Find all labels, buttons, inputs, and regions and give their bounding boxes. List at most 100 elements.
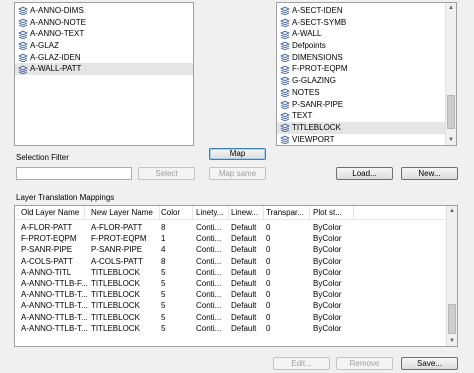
table-row[interactable]: A-ANNO-TTLB-T... TITLEBLOCK 5 Conti... Defau… — [15, 312, 446, 323]
layer-list-item-label: Defpoints — [292, 41, 326, 51]
table-row[interactable]: A-FLOR-PATT A-FLOR-PATT 8 Conti... Default 0 B… — [15, 222, 446, 233]
old-layers-list[interactable]: A-ANNO-DIMS A-ANNO-NOTE A-ANNO-TEXT A-GLAZ A… — [14, 2, 194, 146]
layer-list-item[interactable]: A-GLAZ — [15, 40, 193, 52]
layer-list-item[interactable]: TEXT — [277, 110, 456, 122]
layer-stack-icon — [280, 65, 290, 75]
column-header-lineweight[interactable]: Linew... — [228, 206, 264, 220]
layer-stack-icon — [18, 30, 28, 40]
color-cell: 5 — [161, 312, 166, 322]
lineweight-cell: Default — [231, 256, 257, 266]
lineweight-cell: Default — [231, 312, 257, 322]
new-button[interactable]: New... — [401, 167, 458, 180]
edit-button[interactable]: Edit... — [273, 357, 330, 370]
scroll-up-arrow-icon[interactable]: ▲ — [446, 3, 456, 13]
plot-style-cell: ByColor — [313, 290, 342, 300]
select-button[interactable]: Select — [138, 167, 195, 180]
lineweight-cell: Default — [231, 223, 257, 232]
layer-list-item[interactable]: A-WALL-PATT — [15, 63, 193, 76]
scroll-thumb[interactable] — [447, 95, 455, 129]
layer-list-item[interactable]: A-WALL — [277, 28, 456, 40]
layer-list-item[interactable]: A-ANNO-DIMS — [15, 5, 193, 17]
layer-list-item[interactable]: A-ANNO-TEXT — [15, 28, 193, 40]
column-header-linetype[interactable]: Linety... — [193, 206, 229, 220]
transparency-cell: 0 — [266, 267, 271, 277]
mappings-table-header: Old Layer Name New Layer Name Color Line… — [15, 206, 446, 220]
layer-list-item[interactable]: Defpoints — [277, 40, 456, 52]
transparency-cell: 0 — [266, 279, 271, 288]
map-button[interactable]: Map — [209, 148, 266, 160]
column-header-new-layer[interactable]: New Layer Name — [88, 206, 160, 220]
color-cell: 5 — [161, 323, 166, 333]
map-same-button[interactable]: Map same — [209, 167, 266, 180]
layer-stack-icon — [18, 18, 28, 28]
layer-list-item[interactable]: VIEWPORT — [277, 134, 456, 145]
remove-button[interactable]: Remove — [336, 357, 393, 370]
table-row[interactable]: A-ANNO-TTLB-T... TITLEBLOCK 5 Conti... Defau… — [15, 289, 446, 300]
transparency-cell: 0 — [266, 245, 271, 255]
selection-filter-input[interactable] — [16, 167, 132, 180]
new-layers-list[interactable]: A-SECT-IDEN A-SECT-SYMB A-WALL Defpoints DIM… — [276, 2, 457, 146]
column-header-color[interactable]: Color — [158, 206, 193, 220]
layer-stack-icon — [280, 112, 290, 121]
transparency-cell: 0 — [266, 234, 271, 244]
linetype-cell: Conti... — [196, 301, 222, 311]
table-row[interactable]: A-ANNO-TTLB-T... TITLEBLOCK 5 Conti... Defau… — [15, 300, 446, 311]
layer-stack-icon — [280, 100, 290, 110]
layer-list-item[interactable]: NOTES — [277, 87, 456, 99]
transparency-cell: 0 — [266, 312, 271, 322]
scroll-down-arrow-icon[interactable]: ▼ — [446, 135, 456, 145]
table-row[interactable]: A-ANNO-TTLB-F... TITLEBLOCK 5 Conti... Defau… — [15, 278, 446, 289]
lineweight-cell: Default — [231, 279, 257, 288]
table-row[interactable]: A-ANNO-TITL TITLEBLOCK 5 Conti... Default 0 By… — [15, 267, 446, 278]
layer-list-item[interactable]: TITLEBLOCK — [277, 121, 456, 134]
plot-style-cell: ByColor — [313, 256, 342, 266]
new-layers-items: A-SECT-IDEN A-SECT-SYMB A-WALL Defpoints DIM… — [277, 3, 456, 145]
plot-style-cell: ByColor — [313, 279, 342, 288]
lineweight-cell: Default — [231, 234, 257, 244]
layer-list-item[interactable]: A-SECT-SYMB — [277, 17, 456, 29]
layer-stack-icon — [280, 6, 290, 16]
transparency-cell: 0 — [266, 223, 271, 232]
plot-style-cell: ByColor — [313, 323, 342, 333]
layer-list-item-label: A-WALL-PATT — [30, 64, 82, 74]
mappings-title: Layer Translation Mappings — [16, 193, 115, 202]
save-button[interactable]: Save... — [401, 357, 458, 370]
transparency-cell: 0 — [266, 323, 271, 333]
table-row[interactable]: P-SANR-PIPE P-SANR-PIPE 4 Conti... Default 0 B… — [15, 244, 446, 255]
new-layer-cell: A-COLS-PATT — [91, 256, 143, 266]
column-header-old-layer[interactable]: Old Layer Name — [18, 206, 85, 220]
scroll-down-arrow-icon[interactable]: ▼ — [447, 336, 457, 346]
layer-list-item-label: A-GLAZ — [30, 41, 59, 51]
color-cell: 5 — [161, 267, 166, 277]
layer-list-item-label: A-GLAZ-IDEN — [30, 52, 81, 62]
scroll-thumb[interactable] — [448, 304, 456, 334]
old-layer-cell: A-ANNO-TTLB-T... — [21, 323, 88, 333]
column-header-transparency[interactable]: Transpar... — [263, 206, 310, 220]
new-layers-scrollbar[interactable]: ▲ ▼ — [445, 3, 456, 145]
linetype-cell: Conti... — [196, 256, 222, 266]
layer-list-item[interactable]: A-SECT-IDEN — [277, 5, 456, 17]
lineweight-cell: Default — [231, 245, 257, 255]
linetype-cell: Conti... — [196, 245, 222, 255]
layer-stack-icon — [280, 135, 290, 145]
column-header-plot-style[interactable]: Plot st... — [310, 206, 354, 220]
layer-list-item[interactable]: DIMENSIONS — [277, 52, 456, 64]
layer-list-item[interactable]: F-PROT-EQPM — [277, 63, 456, 75]
layer-list-item[interactable]: A-GLAZ-IDEN — [15, 52, 193, 64]
table-row[interactable]: A-COLS-PATT A-COLS-PATT 8 Conti... Default 0 B… — [15, 256, 446, 267]
layer-list-item[interactable]: P-SANR-PIPE — [277, 99, 456, 111]
layer-stack-icon — [280, 88, 290, 98]
scroll-up-arrow-icon[interactable]: ▲ — [447, 206, 457, 216]
new-layer-cell: A-FLOR-PATT — [91, 223, 143, 232]
layer-stack-icon — [280, 41, 290, 51]
linetype-cell: Conti... — [196, 223, 222, 232]
layer-list-item[interactable]: G-GLAZING — [277, 75, 456, 87]
table-row[interactable]: F-PROT-EQPM F-PROT-EQPM 1 Conti... Default 0 B… — [15, 233, 446, 244]
layer-list-item[interactable]: A-ANNO-NOTE — [15, 17, 193, 29]
load-button[interactable]: Load... — [336, 167, 393, 180]
layer-stack-icon — [18, 53, 28, 63]
mappings-scrollbar[interactable]: ▲ ▼ — [446, 206, 457, 346]
mappings-table[interactable]: Old Layer Name New Layer Name Color Line… — [14, 205, 458, 347]
old-layer-cell: A-ANNO-TTLB-T... — [21, 312, 88, 322]
table-row[interactable]: A-ANNO-TTLB-T... TITLEBLOCK 5 Conti... Defau… — [15, 323, 446, 334]
